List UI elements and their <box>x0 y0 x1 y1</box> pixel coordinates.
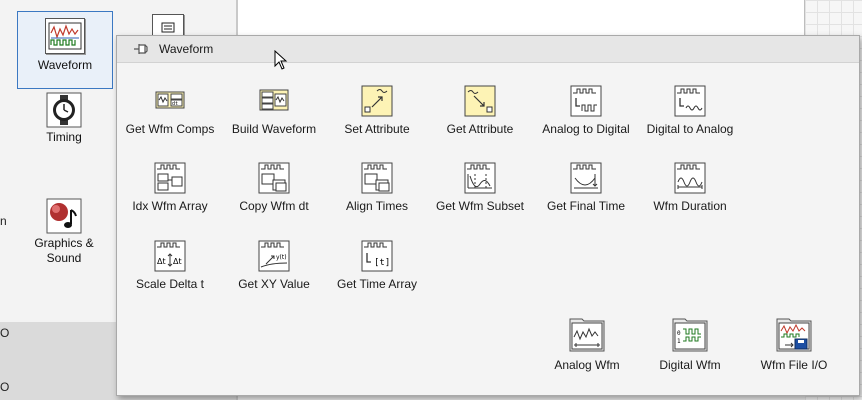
analog-wfm-folder-icon <box>569 318 605 352</box>
grid-icon <box>152 14 184 36</box>
svg-text:dt: dt <box>172 101 178 107</box>
scale-delta-t-icon: Δt Δt <box>154 240 186 272</box>
digital-to-analog-icon <box>674 85 706 117</box>
palette-item-copy-wfm-dt[interactable]: Copy Wfm dt <box>220 162 328 214</box>
svg-text:Δt: Δt <box>157 257 166 266</box>
palette-item-get-wfm-subset[interactable]: Get Wfm Subset <box>426 162 534 214</box>
folder-label: Analog Wfm <box>554 358 620 372</box>
palette-item-label: Set Attribute <box>344 122 410 136</box>
palette-item-label: Get Wfm Comps <box>125 122 215 136</box>
build-waveform-icon <box>259 89 289 111</box>
palette-item-waveform[interactable]: Waveform <box>17 11 113 89</box>
palette-item-build-waveform[interactable]: Build Waveform <box>220 85 328 137</box>
palette-item-wfm-duration[interactable]: Wfm Duration <box>636 162 744 214</box>
palette-item-label: Digital to Analog <box>646 122 734 136</box>
idx-wfm-array-icon <box>154 162 186 194</box>
palette-item-label: Align Times <box>345 199 409 213</box>
palette-item-label: Copy Wfm dt <box>239 199 309 213</box>
subpalette-header: Waveform <box>117 36 859 63</box>
folder-label: Digital Wfm <box>659 358 721 372</box>
svg-text:1: 1 <box>677 338 681 345</box>
set-attribute-icon <box>361 85 393 117</box>
palette-item-label: Analog to Digital <box>542 122 630 136</box>
analog-to-digital-icon <box>570 85 602 117</box>
get-time-array-icon: [t] <box>361 240 393 272</box>
mouse-cursor-icon <box>274 50 288 70</box>
graphics-sound-icon <box>45 183 83 234</box>
palette-item-label: Get XY Value <box>238 277 310 291</box>
get-attribute-icon <box>464 85 496 117</box>
palette-item-label: Idx Wfm Array <box>132 199 208 213</box>
palette-item-label: Scale Delta t <box>135 277 205 291</box>
waveform-subpalette: Waveform dt Get Wfm Comps Build Waveform <box>116 35 860 396</box>
palette-item-align-times[interactable]: Align Times <box>323 162 431 214</box>
digital-wfm-folder-icon: 0 1 <box>672 318 708 352</box>
subpalette-title: Waveform <box>159 42 214 56</box>
svg-text:[t]: [t] <box>374 258 390 268</box>
palette-item-get-attribute[interactable]: Get Attribute <box>426 85 534 137</box>
subpalette-folder-analog-wfm[interactable]: Analog Wfm <box>533 315 641 373</box>
palette-item-digital-to-analog[interactable]: Digital to Analog <box>636 85 744 137</box>
get-xy-value-icon: y(t) <box>258 240 290 272</box>
svg-text:Δt: Δt <box>173 257 182 266</box>
wfm-duration-icon <box>674 162 706 194</box>
palette-item-get-xy-value[interactable]: y(t) Get XY Value <box>220 240 328 292</box>
palette-item-label: Get Final Time <box>546 199 626 213</box>
palette-item-hidden[interactable] <box>150 14 186 36</box>
get-final-time-icon <box>570 162 602 194</box>
palette-item-scale-delta-t[interactable]: Δt Δt Scale Delta t <box>116 240 224 292</box>
wfm-file-io-folder-icon <box>776 318 812 352</box>
palette-item-label: Build Waveform <box>231 122 317 136</box>
palette-item-graphics-sound[interactable]: Graphics & Sound <box>17 168 111 265</box>
svg-text:0: 0 <box>677 330 681 337</box>
subpalette-folder-digital-wfm[interactable]: 0 1 Digital Wfm <box>636 315 744 373</box>
palette-item-get-final-time[interactable]: Get Final Time <box>532 162 640 214</box>
palette-item-label: Timing <box>46 130 82 144</box>
folder-label: Wfm File I/O <box>760 358 828 372</box>
svg-text:y(t): y(t) <box>276 254 287 261</box>
palette-item-label: Wfm Duration <box>653 199 727 213</box>
block-diagram-canvas[interactable] <box>238 0 805 36</box>
truncated-label: O <box>0 380 10 394</box>
waveform-category-icon <box>45 18 85 54</box>
truncated-label: n <box>0 214 7 228</box>
truncated-label: O <box>0 326 10 340</box>
palette-item-label: Get Time Array <box>336 277 418 291</box>
copy-wfm-dt-icon <box>258 162 290 194</box>
palette-item-get-time-array[interactable]: [t] Get Time Array <box>323 240 431 292</box>
palette-item-label: Waveform <box>37 58 93 72</box>
align-times-icon <box>361 162 393 194</box>
get-wfm-subset-icon <box>464 162 496 194</box>
subpalette-folder-wfm-file-io[interactable]: Wfm File I/O <box>740 315 848 373</box>
palette-item-get-wfm-comps[interactable]: dt Get Wfm Comps <box>116 85 224 137</box>
palette-item-label: Graphics & Sound <box>34 236 94 265</box>
palette-item-set-attribute[interactable]: Set Attribute <box>323 85 431 137</box>
palette-item-analog-to-digital[interactable]: Analog to Digital <box>532 85 640 137</box>
palette-item-label: Get Wfm Subset <box>435 199 525 213</box>
get-wfm-comps-icon: dt <box>155 91 185 109</box>
palette-item-idx-wfm-array[interactable]: Idx Wfm Array <box>127 162 213 214</box>
stopwatch-icon <box>45 92 83 128</box>
pin-icon[interactable] <box>133 42 149 56</box>
palette-item-timing[interactable]: Timing <box>17 92 111 154</box>
palette-item-label: Get Attribute <box>446 122 514 136</box>
